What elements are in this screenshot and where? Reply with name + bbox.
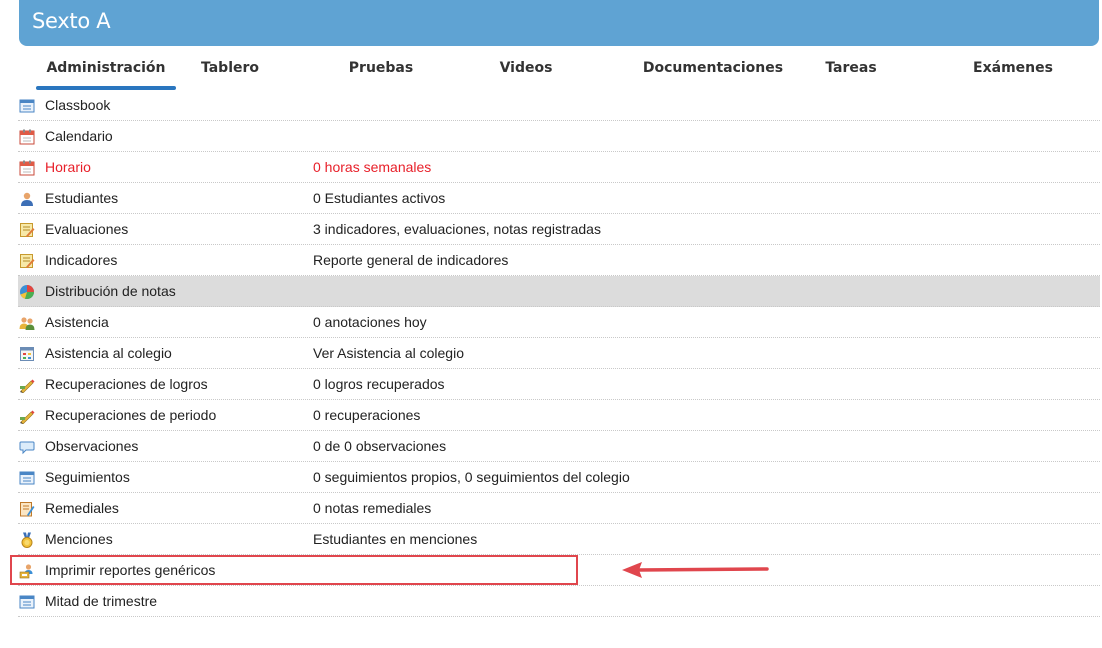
notepad-pencil-icon	[19, 253, 35, 269]
highlight-box	[10, 555, 578, 585]
row-remediales[interactable]: Remediales 0 notas remediales	[18, 493, 1100, 524]
row-asistencia-al-colegio[interactable]: Asistencia al colegio Ver Asistencia al …	[18, 338, 1100, 369]
row-info[interactable]: 0 anotaciones hoy	[313, 307, 427, 338]
row-info[interactable]: 0 horas semanales	[313, 152, 431, 183]
list-window-icon	[19, 98, 35, 114]
row-calendario[interactable]: Calendario	[18, 121, 1100, 152]
medal-icon	[19, 532, 35, 548]
row-name[interactable]: Indicadores	[45, 245, 117, 276]
row-info[interactable]: Ver Asistencia al colegio	[313, 338, 464, 369]
list-window-icon	[19, 470, 35, 486]
row-seguimientos[interactable]: Seguimientos 0 seguimientos propios, 0 s…	[18, 462, 1100, 493]
pie-chart-icon	[19, 284, 35, 300]
tab-tablero[interactable]: Tablero	[190, 52, 270, 84]
calendar-icon	[19, 160, 35, 176]
row-distribucion-de-notas[interactable]: Distribución de notas	[18, 276, 1100, 307]
row-info[interactable]: Estudiantes en menciones	[313, 524, 477, 555]
list-window-icon	[19, 594, 35, 610]
row-recuperaciones-de-logros[interactable]: Recuperaciones de logros 0 logros recupe…	[18, 369, 1100, 400]
row-name[interactable]: Classbook	[45, 90, 110, 121]
pencil-edit-icon	[19, 408, 35, 425]
row-observaciones[interactable]: Observaciones 0 de 0 observaciones	[18, 431, 1100, 462]
row-info[interactable]: 0 Estudiantes activos	[313, 183, 445, 214]
row-mitad-de-trimestre[interactable]: Mitad de trimestre	[18, 586, 1100, 617]
tab-pruebas[interactable]: Pruebas	[338, 52, 424, 84]
tab-videos[interactable]: Videos	[486, 52, 566, 84]
course-header: Sexto A	[19, 0, 1099, 46]
row-recuperaciones-de-periodo[interactable]: Recuperaciones de periodo 0 recuperacion…	[18, 400, 1100, 431]
admin-menu-list: Classbook Calendario Horario 0 horas sem…	[18, 90, 1100, 617]
course-title: Sexto A	[32, 9, 111, 33]
speech-bubble-icon	[19, 439, 35, 455]
row-name[interactable]: Remediales	[45, 493, 119, 524]
tab-tareas[interactable]: Tareas	[816, 52, 886, 84]
row-evaluaciones[interactable]: Evaluaciones 3 indicadores, evaluaciones…	[18, 214, 1100, 245]
row-info[interactable]: 0 seguimientos propios, 0 seguimientos d…	[313, 462, 630, 493]
row-name[interactable]: Recuperaciones de logros	[45, 369, 208, 400]
row-name[interactable]: Observaciones	[45, 431, 138, 462]
row-info[interactable]: 0 logros recuperados	[313, 369, 445, 400]
annotation-arrow-icon	[622, 562, 769, 578]
row-name[interactable]: Distribución de notas	[45, 276, 176, 307]
row-name[interactable]: Mitad de trimestre	[45, 586, 157, 617]
row-name[interactable]: Seguimientos	[45, 462, 130, 493]
row-estudiantes[interactable]: Estudiantes 0 Estudiantes activos	[18, 183, 1100, 214]
row-indicadores[interactable]: Indicadores Reporte general de indicador…	[18, 245, 1100, 276]
row-name[interactable]: Evaluaciones	[45, 214, 128, 245]
row-name[interactable]: Asistencia	[45, 307, 109, 338]
row-info[interactable]: 3 indicadores, evaluaciones, notas regis…	[313, 214, 601, 245]
tab-bar: Administración Tablero Pruebas Videos Do…	[18, 52, 1100, 92]
row-menciones[interactable]: Menciones Estudiantes en menciones	[18, 524, 1100, 555]
notepad-pencil-icon	[19, 222, 35, 238]
row-name[interactable]: Estudiantes	[45, 183, 118, 214]
calendar-icon	[19, 129, 35, 145]
row-info[interactable]: Reporte general de indicadores	[313, 245, 508, 276]
row-name[interactable]: Menciones	[45, 524, 113, 555]
row-name[interactable]: Recuperaciones de periodo	[45, 400, 216, 431]
tab-administracion[interactable]: Administración	[36, 52, 176, 90]
row-info[interactable]: 0 notas remediales	[313, 493, 431, 524]
tab-documentaciones[interactable]: Documentaciones	[640, 52, 786, 84]
tab-examenes[interactable]: Exámenes	[966, 52, 1060, 84]
student-icon	[19, 191, 35, 207]
row-asistencia[interactable]: Asistencia 0 anotaciones hoy	[18, 307, 1100, 338]
row-name[interactable]: Asistencia al colegio	[45, 338, 172, 369]
row-horario[interactable]: Horario 0 horas semanales	[18, 152, 1100, 183]
calendar-grid-icon	[19, 346, 35, 362]
row-info[interactable]: 0 de 0 observaciones	[313, 431, 446, 462]
row-info[interactable]: 0 recuperaciones	[313, 400, 420, 431]
notepad-edit-icon	[19, 501, 35, 517]
row-classbook[interactable]: Classbook	[18, 90, 1100, 121]
pencil-edit-icon	[19, 377, 35, 394]
row-name[interactable]: Horario	[45, 152, 91, 183]
group-users-icon	[19, 315, 35, 331]
row-name[interactable]: Calendario	[45, 121, 113, 152]
